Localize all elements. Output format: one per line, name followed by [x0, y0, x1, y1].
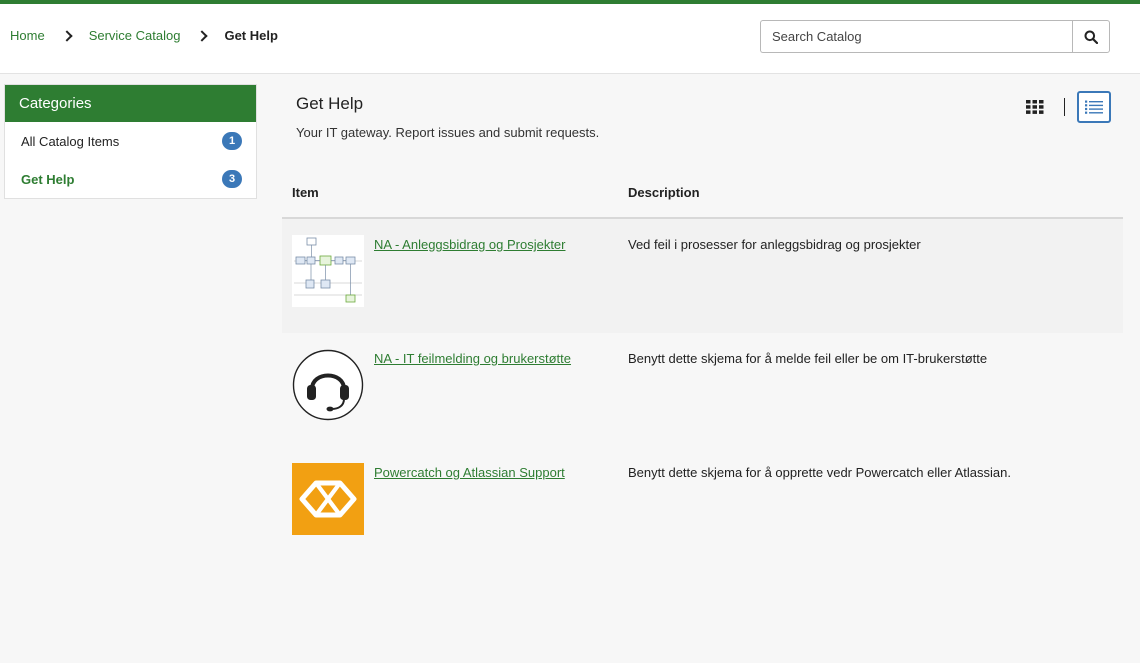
category-label: Get Help	[21, 171, 75, 187]
powercatch-logo-icon	[292, 463, 364, 535]
catalog-item-description: Ved feil i prosesser for anleggsbidrag o…	[628, 237, 921, 252]
count-badge: 3	[222, 170, 242, 188]
column-header-description: Description	[628, 185, 700, 200]
catalog-item-link[interactable]: NA - Anleggsbidrag og Prosjekter	[374, 237, 566, 252]
page-subtitle: Your IT gateway. Report issues and submi…	[296, 125, 600, 140]
table-row: NA - IT feilmelding og brukerstøtte Beny…	[282, 333, 1123, 447]
count-badge: 1	[222, 132, 242, 150]
category-label: All Catalog Items	[21, 133, 120, 149]
breadcrumb: Home Service Catalog Get Help	[10, 28, 278, 43]
categories-panel: Categories All Catalog Items 1 Get Help …	[4, 84, 257, 199]
search-input[interactable]	[760, 20, 1072, 53]
column-header-item: Item	[292, 185, 319, 200]
list-icon	[1085, 100, 1103, 114]
search-bar	[760, 20, 1110, 53]
catalog-item-description: Benytt dette skjema for å melde feil ell…	[628, 351, 988, 366]
search-button[interactable]	[1072, 20, 1110, 53]
table-row: Powercatch og Atlassian Support Benytt d…	[282, 447, 1123, 561]
headset-icon	[292, 349, 364, 421]
breadcrumb-current: Get Help	[224, 28, 278, 43]
page-title: Get Help	[296, 94, 364, 113]
catalog-item-description: Benytt dette skjema for å opprette vedr …	[628, 465, 1011, 480]
category-get-help[interactable]: Get Help 3	[5, 160, 256, 198]
category-all-catalog-items[interactable]: All Catalog Items 1	[5, 122, 256, 160]
search-icon	[1084, 30, 1098, 44]
grid-view-button[interactable]	[1022, 95, 1048, 119]
chevron-right-icon	[196, 29, 209, 42]
breadcrumb-service-catalog[interactable]: Service Catalog	[89, 28, 181, 43]
top-bar: Home Service Catalog Get Help	[0, 0, 1140, 74]
flowchart-diagram-icon	[292, 235, 364, 307]
table-row: NA - Anleggsbidrag og Prosjekter Ved fei…	[282, 219, 1123, 333]
view-divider	[1064, 98, 1065, 116]
table-header: Item Description	[282, 180, 1123, 219]
catalog-item-link[interactable]: NA - IT feilmelding og brukerstøtte	[374, 351, 571, 366]
breadcrumb-home[interactable]: Home	[10, 28, 45, 43]
chevron-right-icon	[61, 29, 73, 42]
grid-icon	[1026, 100, 1044, 114]
categories-title: Categories	[5, 85, 256, 122]
list-view-button[interactable]	[1077, 91, 1111, 123]
catalog-item-link[interactable]: Powercatch og Atlassian Support	[374, 465, 565, 480]
